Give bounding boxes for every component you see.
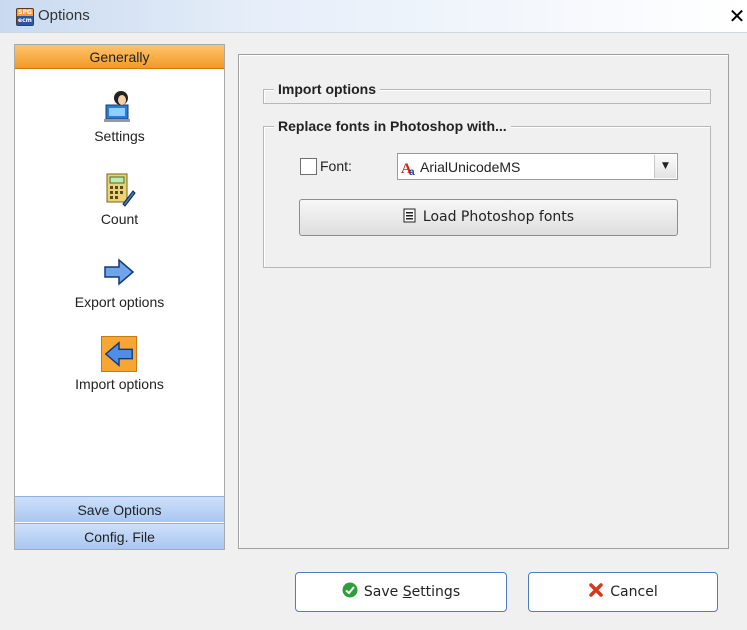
options-nav-panel: Generally Settings Count Export options … [14, 44, 225, 550]
load-photoshop-fonts-button[interactable]: Load Photoshop fonts [299, 199, 678, 236]
import-options-group: Import options [263, 81, 711, 104]
document-list-icon [403, 208, 416, 223]
title-bar: SPG ecm Options ✕ [0, 0, 747, 33]
chevron-down-icon[interactable]: ▼ [654, 155, 676, 178]
check-icon [342, 582, 358, 598]
font-checkbox-label: Font: [320, 158, 352, 174]
font-checkbox[interactable] [300, 158, 317, 175]
nav-item-import-options[interactable]: Import options [15, 336, 224, 416]
nav-item-settings[interactable]: Settings [15, 88, 224, 168]
cancel-button[interactable]: Cancel [528, 572, 718, 612]
font-type-icon: A a [401, 161, 415, 176]
replace-fonts-title: Replace fonts in Photoshop with... [274, 118, 511, 134]
close-button[interactable]: ✕ [727, 4, 747, 28]
window-title: Options [38, 7, 90, 24]
cancel-x-icon [589, 583, 604, 597]
svg-text:a: a [409, 167, 415, 176]
arrow-right-icon [104, 258, 135, 286]
save-settings-label: Save Settings [363, 584, 461, 600]
arrow-left-icon [101, 336, 137, 372]
import-options-title: Import options [274, 81, 380, 97]
app-icon: SPG ecm [16, 8, 34, 26]
nav-item-count[interactable]: Count [15, 171, 224, 251]
replace-fonts-group: Replace fonts in Photoshop with... Font:… [263, 118, 711, 268]
nav-item-label: Count [100, 211, 139, 227]
font-select-value: ArialUnicodeMS [420, 159, 521, 175]
user-at-computer-icon [104, 91, 130, 122]
nav-config-file[interactable]: Config. File [15, 523, 224, 549]
calculator-icon [106, 173, 136, 207]
content-panel: Import options Replace fonts in Photosho… [238, 54, 729, 549]
nav-item-label: Import options [75, 376, 164, 392]
font-select[interactable]: A a ArialUnicodeMS ▼ [397, 153, 678, 180]
nav-item-label: Settings [94, 128, 145, 144]
cancel-label: Cancel [610, 584, 658, 600]
nav-list: Settings Count Export options Import opt… [15, 70, 224, 493]
nav-item-label: Export options [74, 294, 165, 310]
load-photoshop-fonts-label: Load Photoshop fonts [422, 209, 575, 225]
save-settings-button[interactable]: Save Settings [295, 572, 507, 612]
nav-item-export-options[interactable]: Export options [15, 254, 224, 334]
nav-save-options[interactable]: Save Options [15, 496, 224, 522]
nav-header-generally[interactable]: Generally [15, 45, 224, 69]
